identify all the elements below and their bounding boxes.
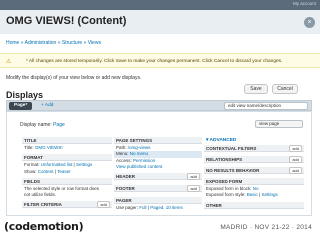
section-pager: PAGER — [114, 197, 202, 205]
title-link[interactable]: OMG VIEWS! — [35, 145, 63, 150]
pager-row: Use pager: Full | Paged, 10 items — [116, 205, 183, 211]
show-link[interactable]: Content — [38, 169, 54, 174]
show-teaser-link[interactable]: Teaser — [57, 169, 71, 174]
event-date: MADRID · NOV 21-22 · 2014 — [220, 224, 312, 231]
filter-add-button[interactable]: add — [97, 201, 110, 209]
menu-link[interactable]: No menu — [130, 151, 148, 156]
section-exposed-form: EXPOSED FORM — [204, 178, 304, 185]
codemotion-logo: (codemotion) — [4, 220, 84, 233]
column-basic: TITLE Title: OMG VIEWS! FORMAT Format: U… — [22, 137, 112, 217]
pager-items-link[interactable]: Paged, 10 items — [150, 205, 183, 210]
display-tabs: Page* + Add edit view name/description — [6, 100, 312, 111]
path-link[interactable]: /omg-views — [128, 145, 151, 150]
section-title: TITLE — [22, 137, 112, 144]
close-icon[interactable]: × — [304, 17, 315, 28]
warning-message: ⚠ * All changes are stored temporarily. … — [0, 53, 320, 68]
column-page-settings: PAGE SETTINGS Path: /omg-views Menu: No … — [114, 137, 202, 217]
page-title-name: OMG VIEWS! — [6, 15, 75, 27]
format-link[interactable]: Unformatted list — [41, 162, 73, 167]
published-row: View published content — [114, 164, 202, 170]
footer-add-button[interactable]: add — [187, 185, 200, 193]
cancel-button[interactable]: Cancel — [272, 84, 298, 94]
breadcrumb[interactable]: Home » Administration » Structure » View… — [6, 40, 101, 46]
modify-instructions: Modify the display(s) of your view below… — [6, 75, 142, 81]
exposed-style-row: Exposed form style: Basic | Settings — [206, 192, 278, 198]
add-display-button[interactable]: + Add — [41, 102, 53, 110]
section-relationships: RELATIONSHIPS add — [204, 156, 304, 163]
column-advanced: ▾ ADVANCED CONTEXTUAL FILTERS add RELATI… — [204, 137, 304, 217]
no-results-add-button[interactable]: add — [289, 167, 302, 174]
save-button[interactable]: Save — [244, 84, 268, 94]
exposed-style-settings-link[interactable]: Settings — [261, 192, 277, 197]
section-header: HEADER add — [114, 173, 202, 181]
section-page-settings: PAGE SETTINGS — [114, 137, 202, 144]
section-filter-criteria: FILTER CRITERIA add — [22, 201, 112, 209]
display-name: Display name: Page — [20, 122, 65, 128]
view-published-link[interactable]: View published content — [116, 164, 162, 169]
access-link[interactable]: Permission — [133, 158, 155, 163]
displays-heading: Displays — [6, 90, 44, 100]
exposed-block-link[interactable]: No — [253, 186, 259, 191]
view-page-dropdown[interactable]: view page — [255, 120, 303, 128]
section-contextual-filters: CONTEXTUAL FILTERS add — [204, 145, 304, 152]
exposed-style-link[interactable]: Basic — [247, 192, 258, 197]
page-header: OMG VIEWS! (Content) × — [0, 10, 320, 34]
display-name-value[interactable]: Page — [53, 122, 65, 128]
show-row: Show: Content | Teaser — [24, 168, 71, 174]
tab-page[interactable]: Page* — [9, 102, 33, 110]
relationships-add-button[interactable]: add — [289, 156, 302, 163]
section-footer: FOOTER add — [114, 185, 202, 193]
fields-note-2: not utilize fields. — [24, 192, 57, 198]
warning-icon: ⚠ — [6, 59, 12, 65]
pager-type-link[interactable]: Full — [139, 205, 146, 210]
format-settings-link[interactable]: Settings — [76, 162, 92, 167]
section-other: OTHER — [204, 201, 304, 209]
user-menu-link[interactable]: My account — [293, 1, 316, 6]
page-title: OMG VIEWS! (Content) — [6, 15, 126, 27]
section-no-results: NO RESULTS BEHAVIOR add — [204, 167, 304, 174]
header-add-button[interactable]: add — [187, 173, 200, 181]
section-format: FORMAT — [22, 154, 112, 162]
page-title-suffix: (Content) — [77, 15, 127, 27]
section-fields: FIELDS — [22, 177, 112, 185]
advanced-toggle[interactable]: ▾ ADVANCED — [204, 137, 304, 144]
edit-view-name-dropdown[interactable]: edit view name/description — [224, 102, 308, 110]
contextual-add-button[interactable]: add — [289, 145, 302, 152]
warning-message-text: * All changes are stored temporarily. Cl… — [26, 59, 283, 64]
display-name-label: Display name: — [20, 122, 52, 128]
title-row: Title: OMG VIEWS! — [24, 145, 63, 150]
admin-toolbar: My account — [0, 0, 320, 10]
